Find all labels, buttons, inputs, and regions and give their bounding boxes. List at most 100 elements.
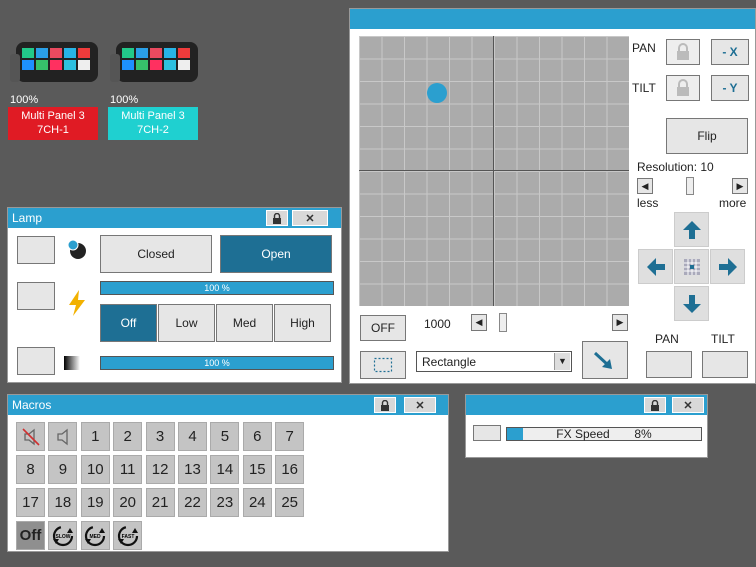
fx-off-button[interactable]: OFF	[360, 315, 406, 341]
resolution-less-arrow[interactable]: ◀	[637, 178, 653, 194]
macro-button-18[interactable]: 18	[48, 488, 78, 517]
tilt-value-button[interactable]	[702, 351, 748, 378]
speed-right-arrow[interactable]: ▶	[612, 314, 628, 331]
speed-high-button[interactable]: High	[274, 304, 331, 342]
move-right-button[interactable]	[710, 249, 745, 284]
macros-close-button[interactable]: ✕	[404, 397, 436, 413]
fx-speed-label: FX Speed	[556, 427, 610, 441]
speed-low-button[interactable]: Low	[158, 304, 215, 342]
strobe-level-bar[interactable]: 100 %	[100, 281, 334, 295]
apply-shape-button[interactable]	[582, 341, 628, 379]
macro-button-16[interactable]: 16	[275, 455, 305, 484]
macro-button-7[interactable]: 7	[275, 422, 305, 451]
macro-med-button[interactable]: MED	[80, 521, 110, 550]
speed-left-arrow[interactable]: ◀	[471, 314, 487, 331]
speed-slider-thumb[interactable]	[499, 313, 507, 332]
macro-button-22[interactable]: 22	[178, 488, 207, 517]
macros-lock-button[interactable]	[374, 397, 396, 413]
position-dot[interactable]	[427, 82, 448, 103]
lamp-panel: Lamp ✕ Closed Open 100 % Off Low Med Hig…	[7, 207, 342, 383]
lock-icon	[651, 399, 659, 411]
macro-button-19[interactable]: 19	[80, 488, 110, 517]
resolution-slider-thumb[interactable]	[686, 177, 694, 195]
sound-button[interactable]	[48, 422, 78, 451]
pan-lock-button[interactable]	[666, 39, 700, 65]
cycle-fast-label: FAST	[121, 534, 134, 540]
fixture-1[interactable]: 100% Multi Panel 3 7CH-1	[8, 40, 100, 140]
dimmer-level-bar[interactable]: 100 %	[100, 356, 334, 370]
lamp-title: Lamp	[12, 211, 43, 225]
lightning-icon	[66, 290, 88, 319]
macro-button-5[interactable]: 5	[210, 422, 240, 451]
strobe-level-text: 100 %	[204, 283, 230, 293]
fixture-1-label[interactable]: Multi Panel 3 7CH-1	[8, 107, 98, 140]
macro-button-4[interactable]: 4	[178, 422, 207, 451]
macro-button-1[interactable]: 1	[80, 422, 110, 451]
sound-mute-button[interactable]	[16, 422, 45, 451]
grid-y-axis	[493, 36, 494, 306]
speed-med-button[interactable]: Med	[216, 304, 273, 342]
macro-button-17[interactable]: 17	[16, 488, 45, 517]
move-down-button[interactable]	[674, 286, 709, 321]
fixture-1-name: Multi Panel 3	[21, 110, 85, 122]
neg-x-button[interactable]: - X	[711, 39, 749, 65]
macro-button-10[interactable]: 10	[80, 455, 110, 484]
neg-y-button[interactable]: - Y	[711, 75, 749, 101]
macro-button-3[interactable]: 3	[145, 422, 175, 451]
macro-button-21[interactable]: 21	[145, 488, 175, 517]
cycle-med-icon: MED	[85, 525, 106, 546]
macro-button-15[interactable]: 15	[242, 455, 272, 484]
resolution-more-arrow[interactable]: ▶	[732, 178, 748, 194]
move-up-button[interactable]	[674, 212, 709, 247]
macro-button-13[interactable]: 13	[178, 455, 207, 484]
macro-button-20[interactable]: 20	[113, 488, 143, 517]
macro-button-8[interactable]: 8	[16, 455, 45, 484]
select-area-button[interactable]	[360, 351, 406, 379]
lamp-lock-button[interactable]	[266, 210, 288, 226]
fx-lock-button[interactable]	[644, 397, 666, 413]
shutter-open-button[interactable]: Open	[220, 235, 332, 273]
fixture-2-label[interactable]: Multi Panel 3 7CH-2	[108, 107, 198, 140]
macro-off-button[interactable]: Off	[16, 521, 45, 550]
fx-speed-value: 8%	[634, 427, 652, 441]
speed-off-button[interactable]: Off	[100, 304, 157, 342]
fx-speed-readout: FX Speed 8%	[507, 428, 701, 440]
fixture-2-channel: 7CH-2	[137, 124, 169, 136]
macro-button-14[interactable]: 14	[210, 455, 240, 484]
macro-button-24[interactable]: 24	[242, 488, 272, 517]
macro-slow-button[interactable]: SLOW	[48, 521, 78, 550]
chevron-down-icon: ▼	[554, 353, 570, 370]
fx-toggle[interactable]	[473, 425, 501, 441]
pan-value-button[interactable]	[646, 351, 692, 378]
macro-button-2[interactable]: 2	[113, 422, 143, 451]
lamp-strobe-toggle[interactable]	[17, 282, 55, 310]
fixture-2[interactable]: 100% Multi Panel 3 7CH-2	[108, 40, 200, 140]
pantilt-panel: PAN - X TILT - Y Flip Resolution: 10 ◀ ▶…	[349, 8, 756, 384]
shutter-closed-button[interactable]: Closed	[100, 235, 212, 273]
center-button[interactable]	[674, 249, 709, 284]
macro-button-12[interactable]: 12	[145, 455, 175, 484]
speed-value: 1000	[424, 317, 451, 331]
flip-button[interactable]: Flip	[666, 118, 748, 154]
tilt-lock-button[interactable]	[666, 75, 700, 101]
lamp-close-button[interactable]: ✕	[292, 210, 328, 226]
macro-button-23[interactable]: 23	[210, 488, 240, 517]
fx-titlebar	[466, 395, 707, 415]
fx-speed-bar[interactable]: FX Speed 8%	[506, 427, 702, 441]
move-left-button[interactable]	[638, 249, 673, 284]
macro-button-6[interactable]: 6	[242, 422, 272, 451]
macro-button-25[interactable]: 25	[275, 488, 305, 517]
pantilt-grid[interactable]	[359, 36, 629, 306]
lamp-dimmer-toggle[interactable]	[17, 347, 55, 375]
close-icon: ✕	[683, 399, 693, 412]
macro-fast-button[interactable]: FAST	[113, 521, 143, 550]
cycle-slow-icon: SLOW	[52, 525, 73, 546]
shape-select[interactable]: Rectangle ▼	[416, 351, 572, 372]
shape-select-value: Rectangle	[422, 355, 477, 369]
arrow-down-icon	[682, 294, 701, 313]
macro-button-11[interactable]: 11	[113, 455, 143, 484]
lamp-shutter-toggle[interactable]	[17, 236, 55, 264]
fx-close-button[interactable]: ✕	[672, 397, 704, 413]
pan-label: PAN	[632, 41, 656, 55]
macro-button-9[interactable]: 9	[48, 455, 78, 484]
